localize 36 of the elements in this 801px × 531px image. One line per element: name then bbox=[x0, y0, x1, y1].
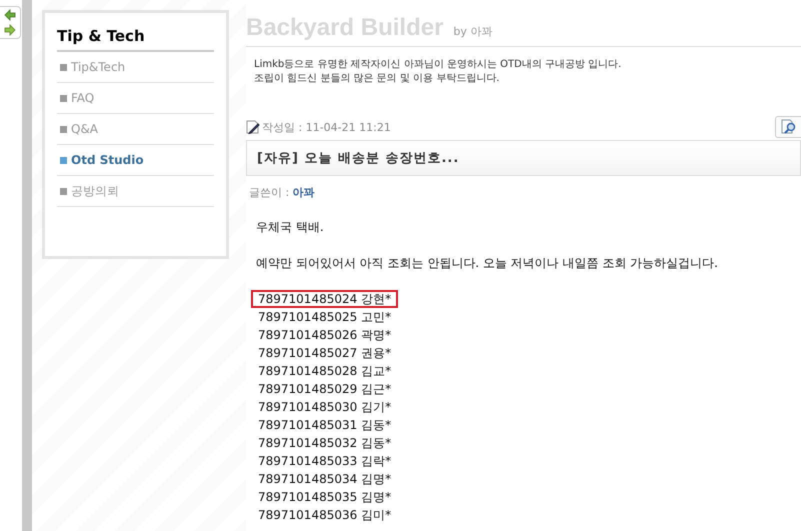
sidebar-title: Tip & Tech bbox=[57, 13, 214, 52]
body-text: 우체국 택배. bbox=[256, 219, 325, 236]
bullet-icon bbox=[60, 64, 67, 70]
tracking-line: 7897101485031 김동* bbox=[257, 417, 392, 434]
body-text: 예약만 되어있어서 아직 조회는 안됩니다. 오늘 저녁이나 내일쯤 조회 가능하실겁니다. bbox=[256, 255, 719, 272]
bullet-icon bbox=[60, 94, 67, 102]
author-link[interactable]: 아꽈 bbox=[292, 186, 315, 199]
tracking-line: 7897101485036 김미* bbox=[257, 507, 392, 524]
tracking-line: 7897101485027 권용* bbox=[257, 345, 392, 362]
magnifier-page-icon bbox=[780, 119, 796, 135]
tracking-line: 7897101485035 김명* bbox=[257, 489, 392, 506]
sidebar-item[interactable]: Q&A bbox=[57, 114, 214, 145]
forward-arrow-icon[interactable] bbox=[4, 24, 16, 36]
bullet-icon bbox=[60, 126, 67, 132]
tracking-line: 7897101485033 김락* bbox=[257, 453, 392, 470]
description-text: 조립이 힘드신 분들의 많은 문의 및 이용 부탁드립니다. bbox=[254, 72, 500, 86]
tracking-line: 7897101485028 김교* bbox=[257, 363, 392, 380]
tracking-line: 7897101485030 김기* bbox=[257, 399, 392, 416]
tracking-line: 7897101485025 고민* bbox=[257, 309, 392, 326]
board-byline: by 아꽈 bbox=[453, 24, 492, 39]
search-button[interactable] bbox=[775, 116, 801, 138]
tracking-line: 7897101485032 김동* bbox=[257, 435, 392, 452]
description-text: Limkb등으로 유명한 제작자이신 아꽈님이 운영하시는 OTD내의 구내공방 입니다. bbox=[254, 58, 622, 72]
tracking-line: 7897101485034 김명* bbox=[257, 471, 392, 488]
bullet-icon bbox=[60, 156, 67, 164]
post-date: 작성일 : 11-04-21 11:21 bbox=[262, 120, 391, 134]
author-label: 글쓴이 : bbox=[249, 186, 290, 199]
tracking-line: 7897101485026 곽명* bbox=[257, 327, 392, 344]
sidebar-item[interactable]: 공방의뢰 bbox=[57, 176, 214, 207]
sidebar-item[interactable]: Otd Studio bbox=[57, 145, 214, 176]
tracking-line: 7897101485029 김근* bbox=[257, 381, 392, 398]
sidebar-item[interactable]: FAQ bbox=[57, 83, 214, 114]
sidebar-item[interactable]: Tip&Tech bbox=[57, 52, 214, 83]
back-arrow-icon[interactable] bbox=[4, 9, 16, 21]
bullet-icon bbox=[60, 188, 67, 194]
post-title: [자유] 오늘 배송분 송장번호... bbox=[257, 150, 460, 167]
